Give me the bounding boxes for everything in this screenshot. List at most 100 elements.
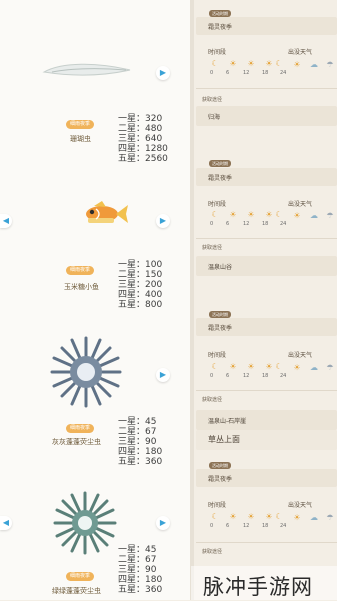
rain-icon: ☂ [326,363,334,372]
creature-image[interactable] [48,334,124,410]
star-prices: 一星：100 二星：150 三星：200 四星：400 五星：800 [118,260,162,310]
star-price-2: 二星：480 [118,124,163,134]
weather-label: 出没天气 [288,352,313,359]
sunset-icon: ☀ [265,512,273,521]
divider-line [196,542,337,543]
sunrise-icon: ☀ [229,59,237,68]
moon-icon: ☾ [275,362,283,371]
moon-icon: ☾ [275,59,283,68]
time-tick: 0 [210,221,214,227]
time-tick: 18 [262,221,269,227]
time-tick: 6 [226,221,230,227]
star-price-5: 五星：800 [118,300,163,310]
time-tick: 24 [280,523,287,529]
moon-icon: ☾ [275,210,283,219]
star-price-4: 四星：1280 [118,144,168,154]
time-tick: 12 [243,373,250,379]
location-field: 归海 [196,106,337,126]
rain-icon: ☂ [326,60,334,69]
creature-list-panel: ▶ 细雨夜季 珊瑚虫 一星：320 二星：480 三星：640 四星：1280 … [0,0,190,600]
star-prices: 一星：45 二星：67 三星：90 四星：180 五星：360 [118,417,162,467]
divider-line [196,390,337,391]
creature-image[interactable] [52,490,118,556]
time-label: 时间段 [208,502,227,509]
time-tick: 24 [280,373,287,379]
time-tick: 6 [226,523,230,529]
star-price-2: 二星：67 [118,427,157,437]
prev-button[interactable]: ◀ [0,214,12,228]
next-button[interactable]: ▶ [156,214,170,228]
weather-label: 出没天气 [288,502,313,509]
panel-divider [190,0,194,600]
season-tag: 活动时期 [209,160,231,167]
divider-line [196,88,337,89]
time-tick: 18 [262,523,269,529]
time-tick: 0 [210,523,214,529]
moon-icon: ☾ [211,59,219,68]
next-button[interactable]: ▶ [156,66,170,80]
cloudy-icon: ☁ [310,60,318,69]
sunny-icon: ☀ [293,60,301,69]
season-tag: 活动时期 [209,462,231,469]
rain-icon: ☂ [326,211,334,220]
moon-icon: ☾ [211,210,219,219]
getway-label: 获取途径 [202,97,223,103]
weather-label: 出没天气 [288,201,313,208]
next-button[interactable]: ▶ [156,368,170,382]
time-tick: 12 [243,221,250,227]
star-price-4: 四星：180 [118,575,163,585]
location-field: 草丛上面 [196,430,337,450]
time-label: 时间段 [208,49,227,56]
time-track: ☾ ☀ ☀ ☀ ☾ 0 6 12 18 24 [206,362,296,382]
star-prices: 一星：45 二星：67 三星：90 四星：180 五星：360 [118,545,162,595]
season-value: 霜灵夜季 [208,476,233,483]
sun-icon: ☀ [247,362,255,371]
time-tick: 6 [226,373,230,379]
time-tick: 12 [243,523,250,529]
season-badge: 细雨夜季 [66,120,95,129]
time-track: ☾ ☀ ☀ ☀ ☾ 0 6 12 18 24 [206,59,296,79]
creature-image[interactable] [76,200,130,228]
star-price-5: 五星：360 [118,585,163,595]
star-prices: 一星：320 二星：480 三星：640 四星：1280 五星：2560 [118,114,168,164]
prev-button[interactable]: ◀ [0,516,12,530]
star-price-2: 二星：150 [118,270,163,280]
next-button[interactable]: ▶ [156,516,170,530]
star-price-2: 二星：67 [118,555,157,565]
weather-label: 出没天气 [288,49,313,56]
time-tick: 24 [280,221,287,227]
season-badge: 细雨夜季 [66,266,95,275]
star-price-1: 一星：45 [118,545,157,555]
time-tick: 18 [262,70,269,76]
sun-icon: ☀ [247,210,255,219]
time-track: ☾ ☀ ☀ ☀ ☾ 0 6 12 18 24 [206,512,296,532]
season-field: 霜灵夜季 [196,168,337,186]
creature-name: 绿绿蓬蓬荧尘虫 [52,587,101,595]
watermark-text: 脉冲手游网 [203,575,313,599]
location-value: 温泉山谷 [208,264,233,271]
creature-name: 珊瑚虫 [70,135,91,143]
sun-icon: ☀ [247,512,255,521]
time-label: 时间段 [208,352,227,359]
star-price-5: 五星：2560 [118,154,168,164]
moon-icon: ☾ [211,362,219,371]
rain-icon: ☂ [326,513,334,522]
season-tag: 活动时期 [209,10,231,17]
creature-image[interactable] [42,58,132,84]
time-label: 时间段 [208,201,227,208]
time-tick: 24 [280,70,287,76]
star-price-3: 三星：90 [118,565,157,575]
star-price-3: 三星：90 [118,437,157,447]
star-price-1: 一星：45 [118,417,157,427]
moon-icon: ☾ [275,512,283,521]
sunset-icon: ☀ [265,210,273,219]
location-value: 归海 [208,114,221,121]
cloudy-icon: ☁ [310,211,318,220]
star-price-4: 四星：400 [118,290,163,300]
time-tick: 0 [210,70,214,76]
star-price-4: 四星：180 [118,447,163,457]
sunny-icon: ☀ [293,513,301,522]
getway-label: 获取途径 [202,397,223,403]
getway-label: 获取途径 [202,549,223,555]
sunset-icon: ☀ [265,362,273,371]
